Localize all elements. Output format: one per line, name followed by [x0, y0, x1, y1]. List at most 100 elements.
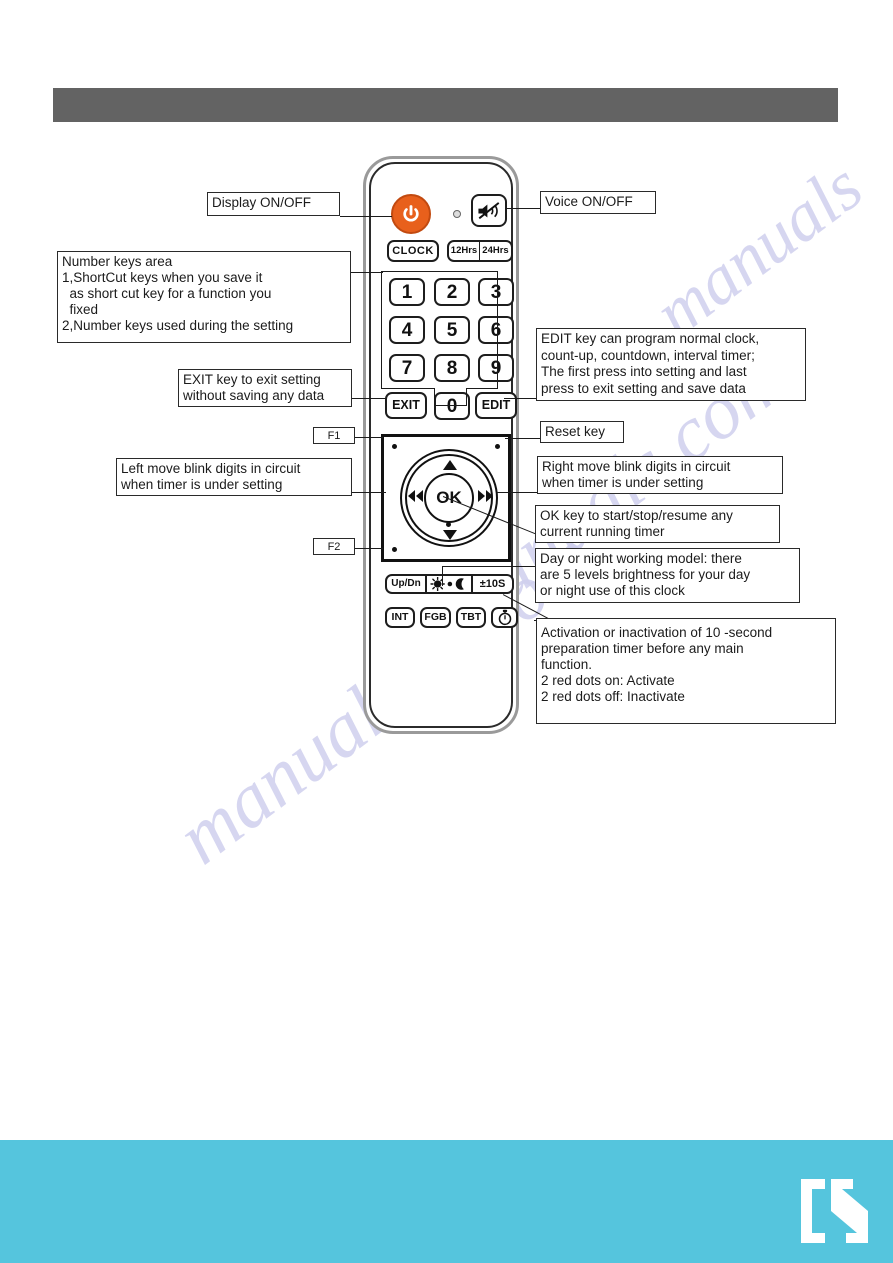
callout-voice-onoff: Voice ON/OFF [540, 191, 656, 214]
keypad-frame-top [381, 271, 498, 273]
callout-ok-key-line1: OK key to start/stop/resume any [540, 508, 733, 523]
dpad-up-icon[interactable] [442, 459, 458, 471]
keypad-frame-bottom-left [381, 388, 434, 390]
number-key-4[interactable]: 4 [389, 316, 425, 344]
watermark-text-3: manuals [640, 148, 877, 353]
reset-dot-top-right[interactable] [495, 444, 500, 449]
keypad-frame-zero-left [434, 388, 436, 406]
callout-day-night: Day or night working model: there are 5 … [535, 548, 800, 603]
mute-icon [478, 201, 500, 219]
leader-right-move [497, 492, 539, 494]
callout-edit-key-line4: press to exit setting and save data [541, 380, 746, 396]
number-key-1[interactable]: 1 [389, 278, 425, 306]
tag-f1: F1 [313, 427, 355, 444]
callout-day-night-line1: Day or night working model: there [540, 551, 742, 566]
callout-activation: Activation or inactivation of 10 -second… [536, 618, 836, 724]
12hrs-key[interactable]: 12Hrs [447, 240, 480, 262]
leader-edit-key [504, 398, 537, 400]
number-key-8[interactable]: 8 [434, 354, 470, 382]
dpad-right-icon[interactable] [476, 489, 494, 503]
callout-edit-key-line2: count-up, countdown, interval timer; [541, 347, 755, 363]
callout-left-move: Left move blink digits in circuit when t… [116, 458, 352, 496]
callout-edit-key-line1: EDIT key can program normal clock, [541, 331, 760, 346]
callout-left-move-line2: when timer is under setting [121, 477, 283, 492]
callout-number-keys-line3: as short cut key for a function you [62, 286, 272, 301]
callout-exit-key-line1: EXIT key to exit setting [183, 372, 321, 387]
prep-timer-key[interactable] [491, 607, 518, 628]
keypad-frame-zero-bottom [434, 405, 467, 407]
callout-exit-key: EXIT key to exit setting without saving … [178, 369, 352, 407]
power-icon [403, 205, 419, 222]
callout-reset-key: Reset key [540, 421, 624, 443]
callout-activation-line3: function. [541, 657, 593, 672]
keypad-frame-right [497, 271, 499, 389]
number-key-2[interactable]: 2 [434, 278, 470, 306]
leader-number-keys [350, 272, 383, 274]
callout-number-keys: Number keys area 1,ShortCut keys when yo… [57, 251, 351, 343]
keypad-frame-left [381, 271, 383, 389]
int-key[interactable]: INT [385, 607, 415, 628]
callout-display-onoff-line1: Display ON/OFF [212, 195, 312, 210]
leader-left-move [352, 492, 386, 494]
callout-voice-onoff-line1: Voice ON/OFF [545, 194, 633, 209]
number-key-6[interactable]: 6 [478, 316, 514, 344]
callout-number-keys-line4: fixed [62, 302, 99, 317]
callout-activation-line1: Activation or inactivation of 10 -second [541, 625, 773, 640]
number-key-5[interactable]: 5 [434, 316, 470, 344]
remote-control: CLOCK 12Hrs 24Hrs 1 2 3 4 5 6 7 8 9 0 EX… [363, 156, 519, 734]
sun-moon-icon [430, 577, 464, 591]
callout-right-move-line2: when timer is under setting [542, 475, 704, 490]
callout-left-move-line1: Left move blink digits in circuit [121, 461, 301, 476]
mute-button[interactable] [471, 194, 507, 227]
manual-page: manualslib.com manuals.com manuals [0, 0, 893, 1263]
dpad-down-icon[interactable] [442, 529, 458, 541]
callout-day-night-line2: are 5 levels brightness for your day [540, 567, 751, 582]
keypad-frame-zero-right [466, 388, 468, 406]
ir-led-indicator [453, 210, 461, 218]
leader-exit-key [352, 398, 387, 400]
24hrs-key[interactable]: 24Hrs [479, 240, 513, 262]
power-button[interactable] [391, 194, 431, 234]
callout-edit-key-line3: The first press into setting and last [541, 364, 747, 379]
remote-body: CLOCK 12Hrs 24Hrs 1 2 3 4 5 6 7 8 9 0 EX… [369, 162, 518, 728]
leader-voice-onoff [505, 208, 540, 210]
number-key-9[interactable]: 9 [478, 354, 514, 382]
leader-f1 [355, 437, 383, 439]
callout-activation-line4: 2 red dots on: Activate [541, 673, 675, 688]
stopwatch-icon [498, 609, 511, 626]
callout-right-move: Right move blink digits in circuit when … [537, 456, 783, 494]
edit-key[interactable]: EDIT [475, 392, 517, 419]
brightness-key[interactable] [426, 574, 472, 594]
callout-ok-key-line2: current running timer [540, 524, 665, 539]
callout-display-onoff: Display ON/OFF [207, 192, 340, 216]
callout-reset-key-line1: Reset key [545, 424, 606, 439]
tbt-key[interactable]: TBT [456, 607, 486, 628]
number-key-7[interactable]: 7 [389, 354, 425, 382]
plus-minus-10s-key[interactable]: ±10S [471, 574, 514, 594]
leader-day-night-v [442, 566, 444, 586]
callout-number-keys-line5: 2,Number keys used during the setting [62, 318, 294, 333]
callout-exit-key-line2: without saving any data [183, 388, 325, 403]
brand-logo-icon [801, 1179, 868, 1243]
callout-activation-line2: preparation timer before any main [541, 641, 744, 656]
dpad-left-icon[interactable] [407, 489, 425, 503]
leader-f2 [355, 548, 383, 550]
callout-edit-key: EDIT key can program normal clock, count… [536, 328, 806, 401]
reset-dot-top-left [392, 444, 397, 449]
callout-day-night-line3: or night use of this clock [540, 583, 685, 598]
keypad-frame-bottom-right [466, 388, 498, 390]
fgb-key[interactable]: FGB [420, 607, 451, 628]
callout-number-keys-line1: Number keys area [62, 254, 173, 269]
leader-reset-key [505, 438, 540, 440]
leader-display-onoff [340, 216, 392, 218]
callout-right-move-line1: Right move blink digits in circuit [542, 459, 731, 474]
ok-callout-dot [446, 522, 451, 527]
number-key-3[interactable]: 3 [478, 278, 514, 306]
callout-number-keys-line2: 1,ShortCut keys when you save it [62, 270, 263, 285]
tag-f2: F2 [313, 538, 355, 555]
up-down-key[interactable]: Up/Dn [385, 574, 427, 594]
clock-key[interactable]: CLOCK [387, 240, 439, 262]
leader-day-night-h [442, 566, 537, 568]
exit-key[interactable]: EXIT [385, 392, 427, 419]
callout-ok-key: OK key to start/stop/resume any current … [535, 505, 780, 543]
